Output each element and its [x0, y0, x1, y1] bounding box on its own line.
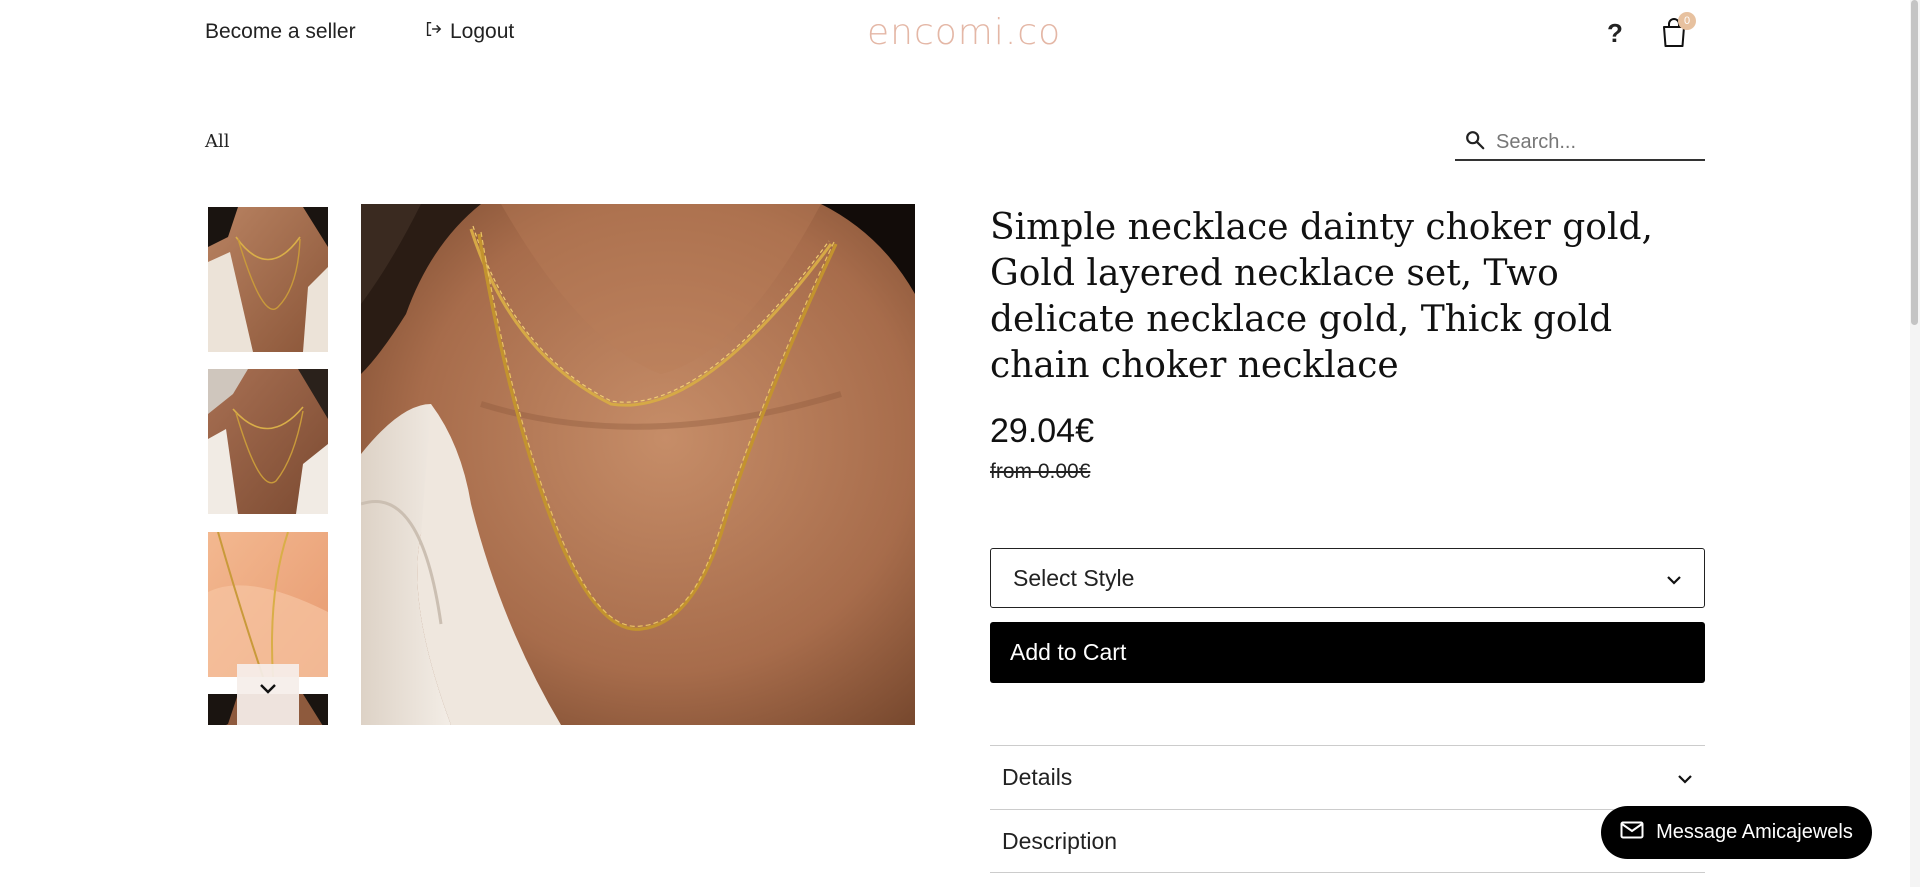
- message-seller-label: Message Amicajewels: [1656, 821, 1853, 843]
- product-title: Simple necklace dainty choker gold, Gold…: [990, 207, 1653, 386]
- description-accordion-label: Description: [1002, 827, 1118, 854]
- search-bar: [1455, 126, 1705, 161]
- add-to-cart-button[interactable]: Add to Cart: [990, 622, 1705, 683]
- style-select-label: Select Style: [1013, 564, 1135, 591]
- cart-button[interactable]: 0: [1660, 12, 1696, 52]
- shopping-bag-icon: [1660, 18, 1688, 52]
- search-input[interactable]: [1496, 131, 1696, 154]
- become-seller-link[interactable]: Become a seller: [205, 20, 356, 44]
- mail-icon: [1620, 821, 1644, 845]
- message-seller-button[interactable]: Message Amicajewels: [1601, 806, 1872, 859]
- logout-link[interactable]: Logout: [424, 20, 514, 44]
- site-header: Become a seller Logout encomi.co ? 0: [0, 0, 1920, 70]
- logout-label: Logout: [450, 20, 515, 43]
- chevron-down-icon: [1677, 764, 1693, 791]
- style-select-dropdown[interactable]: Select Style: [990, 548, 1705, 608]
- category-all-link[interactable]: All: [205, 131, 230, 152]
- search-icon: [1455, 129, 1486, 156]
- logout-icon: [424, 20, 442, 44]
- help-button[interactable]: ?: [1607, 18, 1623, 49]
- product-price: 29.04€: [990, 412, 1094, 450]
- description-accordion[interactable]: Description: [990, 809, 1705, 873]
- page-scrollbar-thumb[interactable]: [1911, 0, 1918, 325]
- thumbnail-3[interactable]: [208, 532, 328, 677]
- main-product-image[interactable]: [361, 204, 915, 725]
- product-original-price: from 0.00€: [990, 460, 1091, 483]
- thumbnail-gallery: [208, 207, 328, 725]
- thumbnails-scroll-down-button[interactable]: [237, 664, 299, 725]
- chevron-down-icon: [1666, 565, 1682, 592]
- cart-count-badge: 0: [1678, 12, 1696, 30]
- site-logo[interactable]: encomi.co: [867, 12, 1061, 53]
- thumbnail-2[interactable]: [208, 369, 328, 514]
- thumbnail-1[interactable]: [208, 207, 328, 352]
- details-accordion-label: Details: [1002, 764, 1073, 790]
- details-accordion[interactable]: Details: [990, 745, 1705, 809]
- chevron-down-icon: [258, 682, 278, 701]
